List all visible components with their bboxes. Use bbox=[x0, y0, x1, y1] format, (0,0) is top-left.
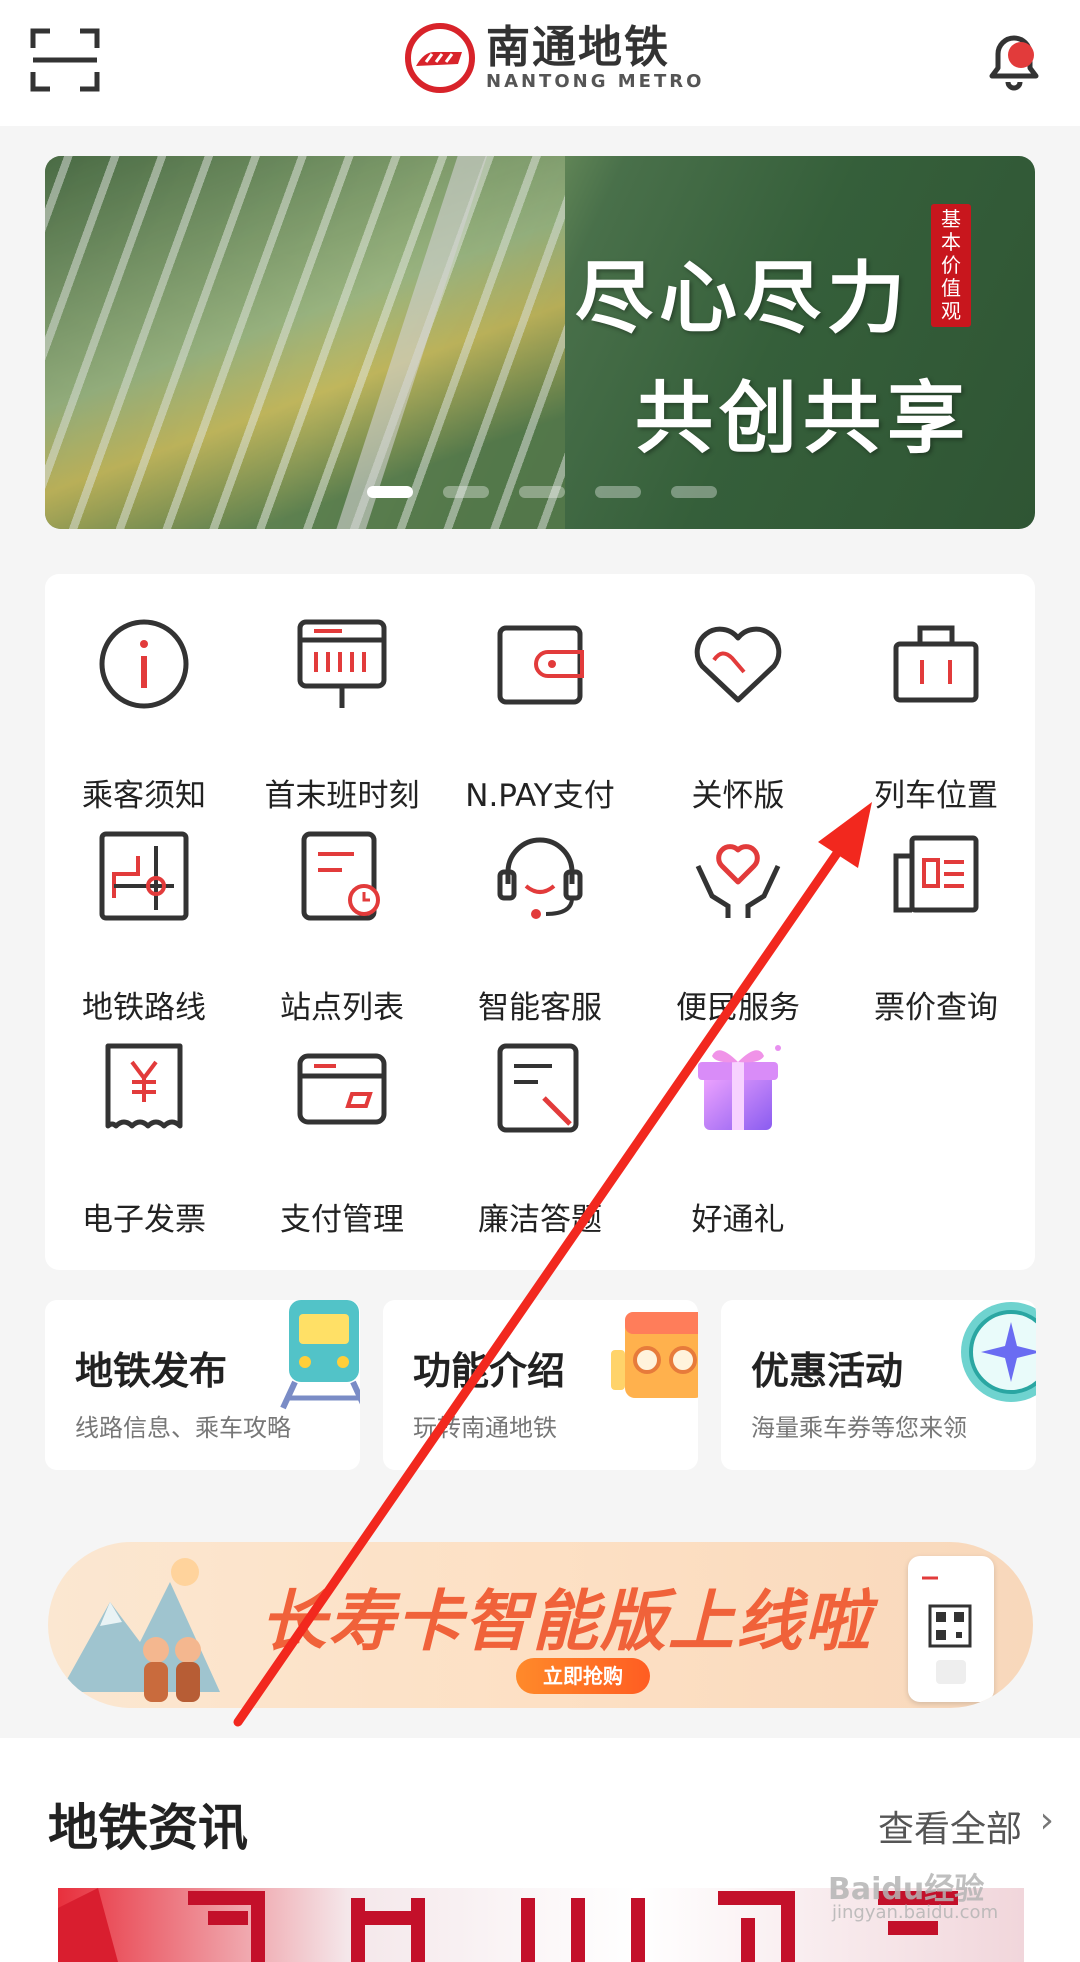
function-grid: 乘客须知 首末班时刻 N.PAY支付 关怀版 列车位置 地铁路线 站点列表 智能… bbox=[45, 574, 1035, 1270]
grid-label: 好通礼 bbox=[691, 1202, 785, 1238]
feature-subtitle: 海量乘车券等您来领 bbox=[751, 1414, 967, 1442]
grid-item-train-position[interactable]: 列车位置 bbox=[837, 574, 1035, 814]
grid-item-fare-query[interactable]: 票价查询 bbox=[837, 786, 1035, 1026]
app-logo: 南通地铁 NANTONG METRO bbox=[404, 22, 704, 94]
scan-icon[interactable] bbox=[30, 28, 100, 92]
grid-item-metro-route[interactable]: 地铁路线 bbox=[45, 786, 243, 1026]
grid-item-timetable[interactable]: 首末班时刻 bbox=[243, 574, 441, 814]
grid-item-integrity-quiz[interactable]: 廉洁答题 bbox=[441, 998, 639, 1238]
route-map-icon bbox=[99, 831, 189, 921]
banner-aerial-image bbox=[45, 156, 565, 529]
view-all-link[interactable]: 查看全部 bbox=[878, 1800, 1022, 1852]
feature-title: 功能介绍 bbox=[413, 1349, 566, 1393]
grid-label: 电子发票 bbox=[82, 1202, 206, 1238]
compass-icon bbox=[961, 1302, 1036, 1402]
mountain-couple-illustration bbox=[60, 1558, 220, 1702]
care-hands-icon bbox=[695, 844, 781, 918]
grid-item-good-gift[interactable]: 好通礼 bbox=[639, 998, 837, 1238]
card-icon bbox=[297, 1053, 387, 1125]
heart-icon bbox=[694, 626, 782, 703]
logo-english-name: NANTONG METRO bbox=[486, 71, 705, 92]
headset-icon bbox=[497, 837, 583, 919]
hero-banner[interactable]: 尽心尽力 共创共享 基本价值观 bbox=[45, 156, 1035, 529]
quiz-edit-icon bbox=[497, 1043, 579, 1133]
wallet-icon bbox=[497, 625, 584, 705]
banner-pagination bbox=[367, 486, 717, 498]
banner-seal: 基本价值观 bbox=[931, 204, 971, 327]
feature-subtitle: 玩转南通地铁 bbox=[413, 1414, 557, 1442]
grid-item-smart-service[interactable]: 智能客服 bbox=[441, 786, 639, 1026]
grid-item-npay[interactable]: N.PAY支付 bbox=[441, 574, 639, 814]
chevron-right-icon[interactable]: › bbox=[1040, 1800, 1054, 1841]
promo-headline: 长寿卡智能版上线啦 bbox=[260, 1582, 872, 1660]
promo-banner[interactable]: 长寿卡智能版上线啦 立即抢购 bbox=[48, 1542, 1033, 1708]
grid-item-station-list[interactable]: 站点列表 bbox=[243, 786, 441, 1026]
notification-badge bbox=[1008, 42, 1034, 68]
banner-dot[interactable] bbox=[671, 486, 717, 498]
banner-dot-active[interactable] bbox=[367, 486, 413, 498]
baidu-watermark-url: jingyan.baidu.com bbox=[832, 1902, 999, 1923]
grid-item-payment-management[interactable]: 支付管理 bbox=[243, 998, 441, 1238]
invoice-yen-icon bbox=[105, 1043, 183, 1129]
grid-label: 支付管理 bbox=[280, 1202, 404, 1238]
station-list-icon bbox=[301, 831, 380, 921]
banner-dot[interactable] bbox=[519, 486, 565, 498]
gift-box-icon bbox=[698, 1045, 781, 1130]
toolbox-icon bbox=[611, 1312, 698, 1398]
promo-buy-button[interactable]: 立即抢购 bbox=[516, 1658, 650, 1694]
timetable-board-icon bbox=[297, 619, 387, 708]
notification-button[interactable] bbox=[978, 22, 1050, 94]
grid-item-care-mode[interactable]: 关怀版 bbox=[639, 574, 837, 814]
grid-item-convenience-service[interactable]: 便民服务 bbox=[639, 786, 837, 1026]
feature-card-promotions[interactable]: 优惠活动 海量乘车券等您来领 bbox=[721, 1300, 1036, 1470]
qr-code-icon bbox=[922, 1576, 972, 1684]
feature-title: 优惠活动 bbox=[751, 1349, 904, 1393]
grid-label: 廉洁答题 bbox=[478, 1202, 602, 1238]
longevity-card-image bbox=[908, 1556, 994, 1702]
info-icon bbox=[99, 619, 189, 709]
train-icon bbox=[280, 1300, 360, 1410]
feature-card-metro-release[interactable]: 地铁发布 线路信息、乘车攻略 bbox=[45, 1300, 360, 1470]
banner-dot[interactable] bbox=[443, 486, 489, 498]
logo-chinese-name: 南通地铁 bbox=[486, 22, 670, 73]
grid-item-passenger-notice[interactable]: 乘客须知 bbox=[45, 574, 243, 814]
news-section-title: 地铁资讯 bbox=[48, 1799, 248, 1857]
grid-item-e-invoice[interactable]: 电子发票 bbox=[45, 998, 243, 1238]
feature-subtitle: 线路信息、乘车攻略 bbox=[75, 1414, 291, 1442]
app-header: 南通地铁 NANTONG METRO bbox=[0, 0, 1080, 126]
banner-slogan-line1: 尽心尽力 bbox=[575, 253, 912, 344]
banner-dot[interactable] bbox=[595, 486, 641, 498]
news-section: 地铁资讯 查看全部 › bbox=[0, 1738, 1080, 1962]
fare-document-icon bbox=[893, 835, 979, 913]
grid-label: 票价查询 bbox=[874, 990, 998, 1026]
luggage-icon bbox=[893, 625, 979, 703]
banner-slogan-line2: 共创共享 bbox=[635, 373, 972, 464]
feature-card-function-intro[interactable]: 功能介绍 玩转南通地铁 bbox=[383, 1300, 698, 1470]
feature-title: 地铁发布 bbox=[75, 1349, 228, 1393]
metro-logo-icon bbox=[405, 23, 475, 93]
